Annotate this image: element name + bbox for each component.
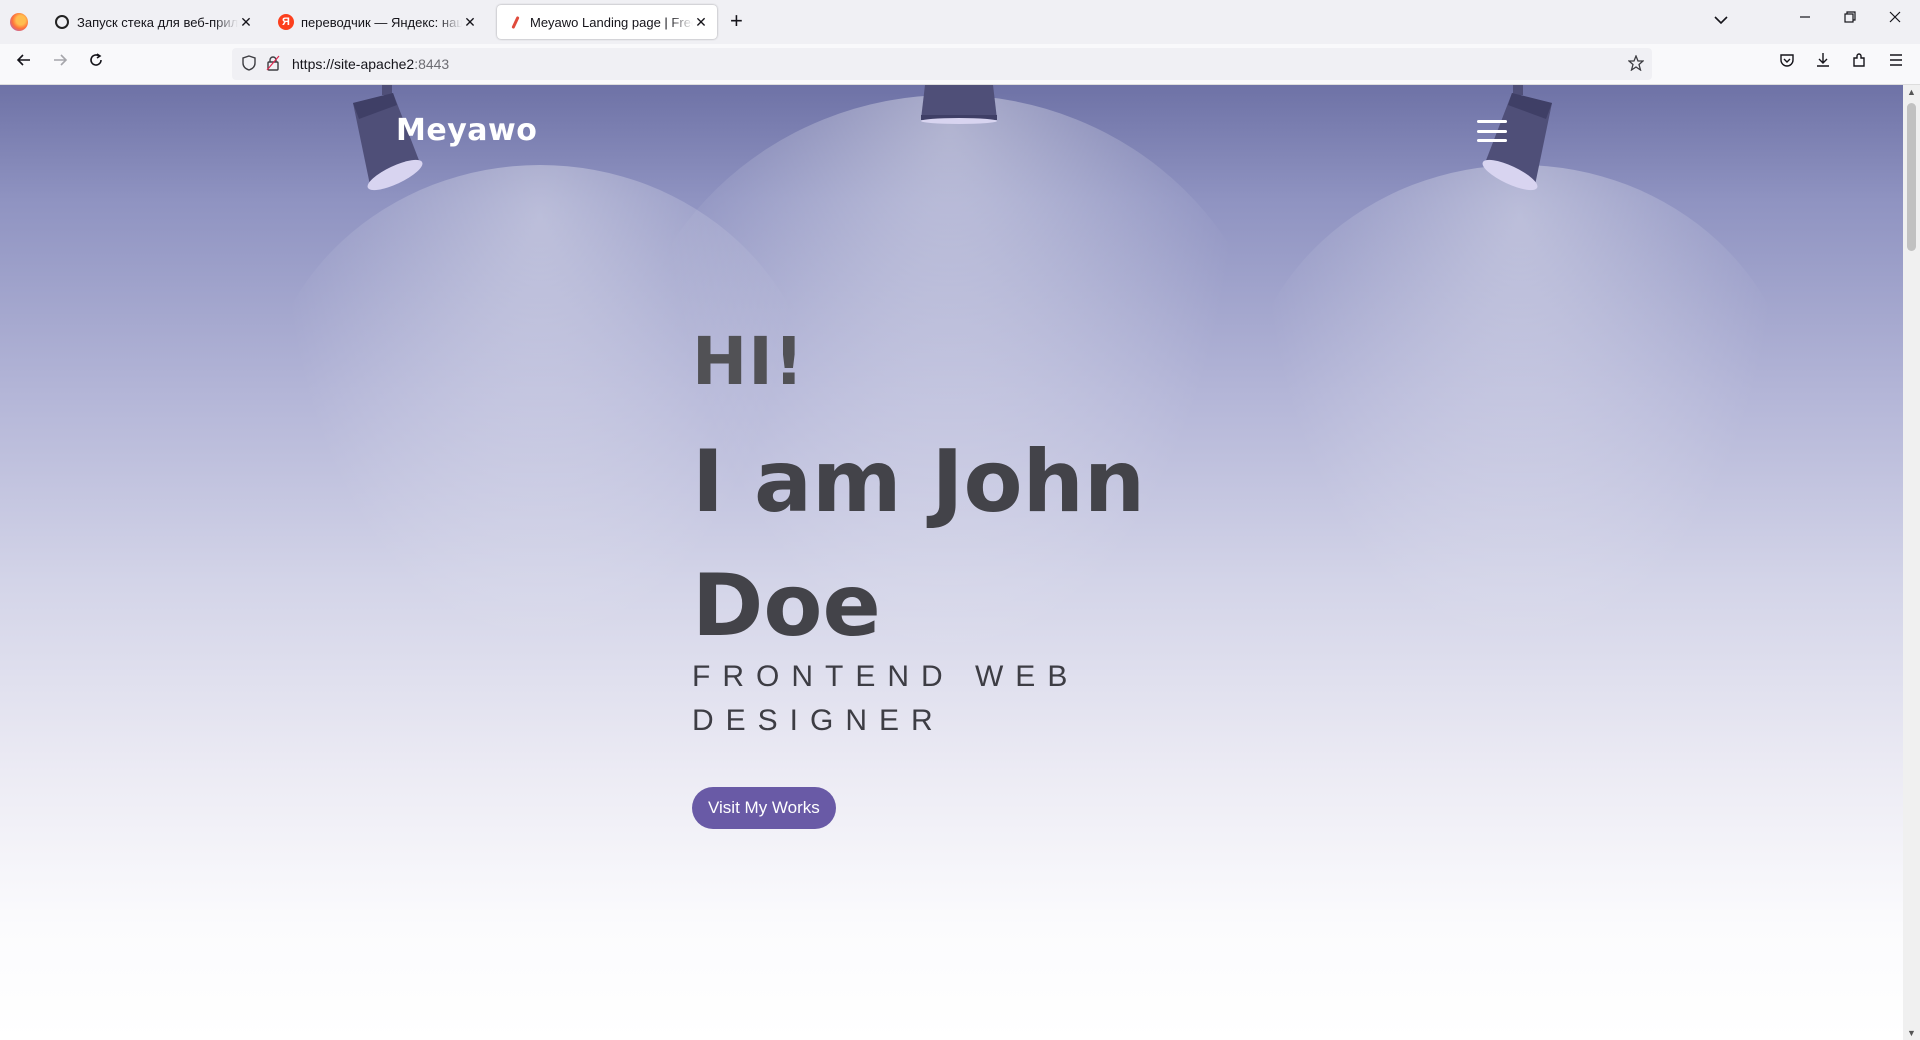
tab-title: Запуск стека для веб-приложения bbox=[77, 14, 238, 30]
back-icon[interactable] bbox=[12, 52, 36, 73]
openai-icon bbox=[54, 14, 70, 30]
close-tab-icon[interactable]: ✕ bbox=[462, 14, 478, 31]
close-window-icon[interactable] bbox=[1885, 10, 1905, 28]
tab-1[interactable]: Я переводчик — Яндекс: нашлось ✕ bbox=[268, 5, 486, 39]
close-tab-icon[interactable]: ✕ bbox=[238, 14, 254, 31]
scroll-down-icon[interactable]: ▼ bbox=[1903, 1028, 1920, 1038]
scroll-thumb[interactable] bbox=[1907, 103, 1916, 251]
pocket-icon[interactable] bbox=[1775, 52, 1799, 73]
tab-bar: Запуск стека для веб-приложения ✕ Я пере… bbox=[0, 0, 1920, 44]
new-tab-button[interactable]: + bbox=[730, 9, 743, 33]
downloads-icon[interactable] bbox=[1811, 52, 1835, 73]
menu-bar-line bbox=[1477, 139, 1507, 142]
site-logo[interactable]: Meyawo bbox=[396, 113, 537, 148]
firefox-menu-icon[interactable] bbox=[10, 13, 28, 31]
restore-icon[interactable] bbox=[1840, 10, 1860, 28]
tab-2-active[interactable]: Meyawo Landing page | Free Bootstrap ✕ bbox=[497, 5, 717, 39]
minimize-icon[interactable] bbox=[1795, 10, 1815, 28]
tab-title: переводчик — Яндекс: нашлось bbox=[301, 14, 462, 30]
hero-greeting: HI! bbox=[692, 323, 805, 400]
url-bar[interactable]: https://site-apache2:8443 bbox=[232, 48, 1652, 80]
tracking-protection-icon[interactable] bbox=[242, 55, 256, 75]
close-tab-icon[interactable]: ✕ bbox=[693, 14, 709, 31]
visit-my-works-button[interactable]: Visit My Works bbox=[692, 787, 836, 829]
feather-icon bbox=[507, 14, 523, 30]
bookmark-star-icon[interactable] bbox=[1627, 54, 1645, 75]
spotlight-right-icon bbox=[1482, 85, 1552, 191]
url-text[interactable]: https://site-apache2:8443 bbox=[292, 56, 449, 72]
reload-icon[interactable] bbox=[84, 52, 108, 73]
list-all-tabs-icon[interactable] bbox=[1711, 12, 1731, 30]
lock-icon[interactable] bbox=[266, 55, 280, 75]
page-viewport: Meyawo HI! I am John Doe FRONTEND WEB DE… bbox=[0, 85, 1903, 1040]
navigation-toolbar: https://site-apache2:8443 bbox=[0, 44, 1920, 85]
app-menu-icon[interactable] bbox=[1884, 52, 1908, 73]
hero-name: I am John Doe bbox=[692, 432, 1146, 656]
menu-bar-line bbox=[1477, 129, 1507, 133]
extensions-icon[interactable] bbox=[1847, 52, 1871, 73]
scroll-up-icon[interactable]: ▲ bbox=[1903, 87, 1920, 97]
page-scrollbar[interactable]: ▲ ▼ bbox=[1903, 85, 1920, 1040]
forward-icon[interactable] bbox=[48, 52, 72, 73]
yandex-icon: Я bbox=[278, 14, 294, 30]
light-glow-right bbox=[1240, 165, 1800, 685]
hero-role: FRONTEND WEB DESIGNER bbox=[692, 660, 1080, 737]
hamburger-menu-icon[interactable] bbox=[1477, 120, 1507, 142]
tab-0[interactable]: Запуск стека для веб-приложения ✕ bbox=[44, 5, 262, 39]
spotlight-center-icon bbox=[921, 85, 997, 124]
menu-bar-line bbox=[1477, 120, 1507, 123]
tab-title: Meyawo Landing page | Free Bootstrap bbox=[530, 14, 693, 30]
